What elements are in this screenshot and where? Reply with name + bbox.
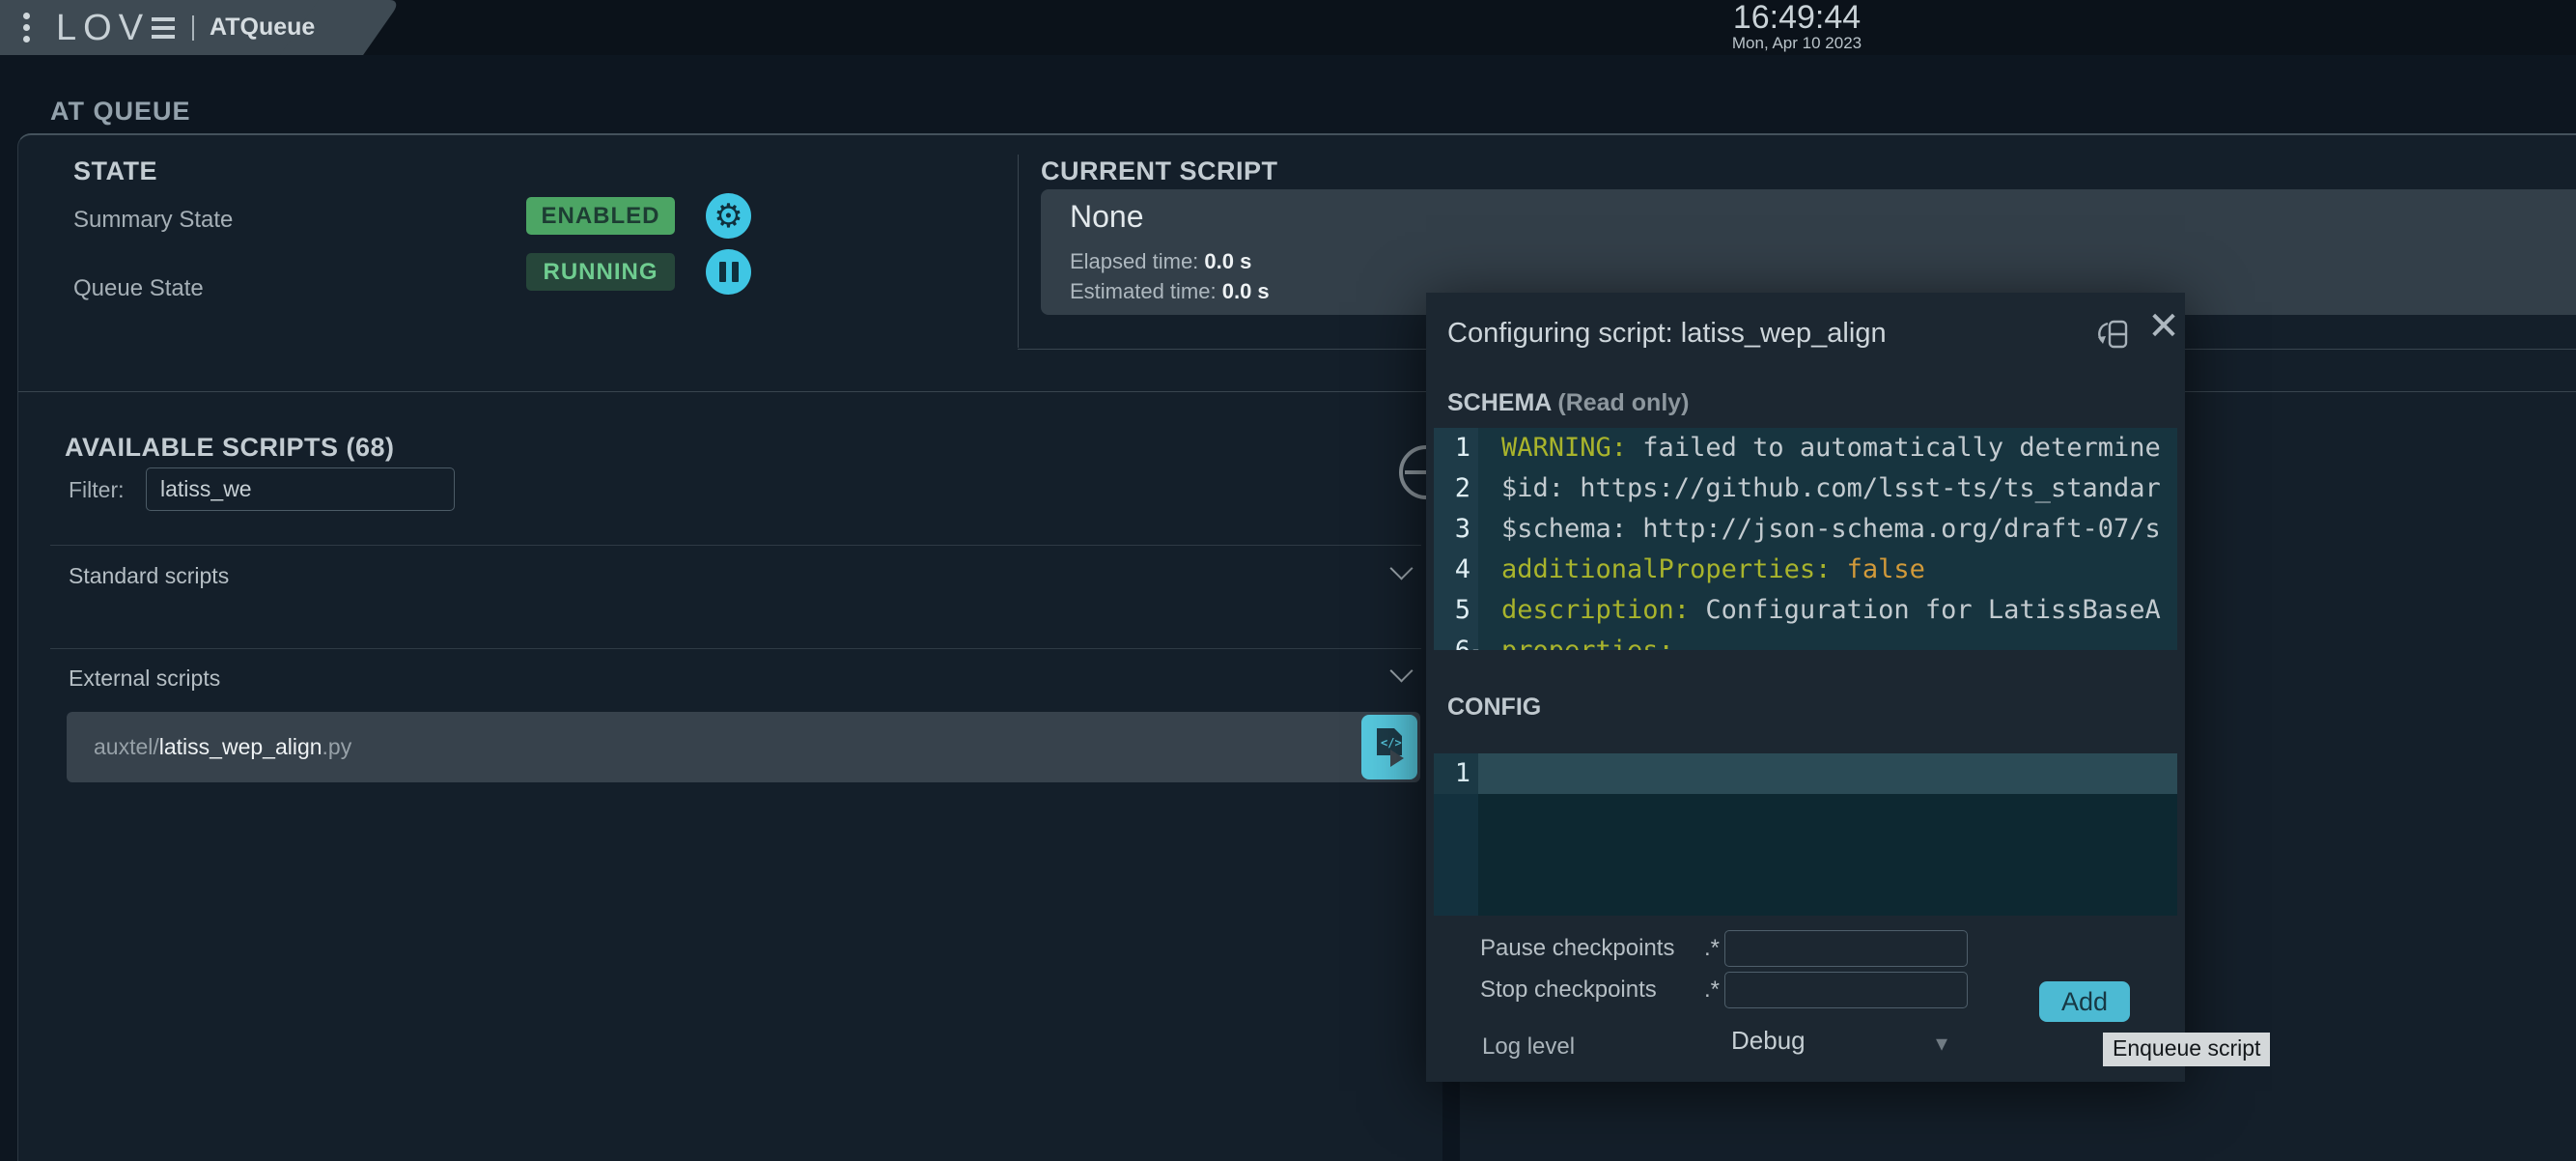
enqueue-script-tooltip: Enqueue script	[2103, 1033, 2270, 1066]
chevron-down-icon[interactable]	[1389, 659, 1413, 682]
summary-state-settings-button[interactable]: ⚙	[706, 193, 751, 239]
schema-line-text: WARNING: failed to automatically determi…	[1478, 428, 2161, 468]
add-button[interactable]: Add	[2039, 981, 2130, 1022]
close-icon: ✕	[2147, 305, 2180, 348]
stop-checkpoints-label-text: Stop checkpoints	[1480, 977, 1657, 1004]
log-level-select[interactable]: Debug	[1731, 1026, 1806, 1056]
config-line-number: 1	[1434, 753, 1478, 794]
schema-code-line: 3$schema: http://json-schema.org/draft-0…	[1434, 509, 2177, 550]
schema-line-number: 1	[1434, 428, 1478, 468]
rotate-layout-icon	[2096, 316, 2133, 356]
script-code-icon: </>	[1373, 726, 1406, 769]
schema-code-line: 5description: Configuration for LatissBa…	[1434, 590, 2177, 631]
config-code-editor[interactable]: 1	[1434, 753, 2177, 916]
schema-code-line: 1WARNING: failed to automatically determ…	[1434, 428, 2177, 468]
schema-line-text: properties:	[1478, 631, 1674, 650]
stop-checkpoints-label: Stop checkpoints .*	[1480, 977, 1720, 1004]
state-section-divider	[18, 391, 2576, 392]
close-modal-button[interactable]: ✕	[2144, 304, 2183, 349]
config-heading: CONFIG	[1447, 694, 1541, 722]
pause-checkpoints-label: Pause checkpoints .*	[1480, 935, 1720, 962]
scripts-group-divider	[50, 648, 1421, 649]
filter-input[interactable]	[146, 467, 455, 511]
schema-line-number: 6▾	[1434, 631, 1478, 650]
schema-line-text: $id: https://github.com/lsst-ts/ts_stand…	[1478, 468, 2161, 509]
schema-heading: SCHEMA (Read only)	[1447, 389, 1690, 417]
gear-icon: ⚙	[714, 200, 742, 233]
estimated-time-value: 0.0 s	[1222, 279, 1270, 303]
header-tab: LOV ATQueue	[0, 0, 359, 55]
queue-state-label: Queue State	[73, 275, 204, 302]
fold-caret-icon[interactable]: ▾	[1471, 631, 1480, 650]
schema-line-number: 2	[1434, 468, 1478, 509]
love-logo: LOV ATQueue	[56, 10, 315, 46]
summary-state-badge: ENABLED	[526, 197, 675, 235]
clock-time: 16:49:44	[1709, 0, 1885, 35]
chevron-down-icon[interactable]	[1389, 556, 1413, 580]
script-name: latiss_wep_align	[159, 734, 322, 759]
summary-state-label: Summary State	[73, 207, 233, 234]
logo-separator	[192, 15, 194, 41]
script-list-item[interactable]: auxtel/latiss_wep_align.py </>	[67, 712, 1420, 782]
dropdown-caret-icon[interactable]: ▾	[1936, 1030, 1947, 1058]
kebab-menu-icon[interactable]	[23, 13, 31, 42]
current-script-name: None	[1070, 199, 1144, 235]
scripts-group-divider	[50, 545, 1421, 546]
schema-line-text: $schema: http://json-schema.org/draft-07…	[1478, 509, 2161, 550]
elapsed-time-row: Elapsed time: 0.0 s	[1070, 249, 1251, 274]
schema-line-number: 4	[1434, 550, 1478, 590]
clock: 16:49:44 Mon, Apr 10 2023	[1709, 0, 1885, 52]
estimated-time-label: Estimated time:	[1070, 279, 1217, 303]
script-path-prefix: auxtel/	[94, 734, 159, 759]
external-scripts-group[interactable]: External scripts	[69, 665, 220, 692]
estimated-time-row: Estimated time: 0.0 s	[1070, 279, 1270, 304]
top-bar: LOV ATQueue 16:49:44 Mon, Apr 10 2023	[0, 0, 2576, 55]
rotate-layout-button[interactable]	[2096, 316, 2133, 356]
pause-checkpoints-regex-hint: .*	[1704, 935, 1720, 962]
state-current-divider	[1018, 155, 1019, 348]
log-level-label: Log level	[1482, 1034, 1575, 1061]
clock-date: Mon, Apr 10 2023	[1709, 35, 1885, 52]
schema-readonly-note: (Read only)	[1557, 389, 1689, 416]
stop-checkpoints-input[interactable]	[1724, 972, 1968, 1008]
schema-code-editor[interactable]: 1WARNING: failed to automatically determ…	[1434, 428, 2177, 650]
schema-line-number: 5	[1434, 590, 1478, 631]
love-logo-text: LOV	[56, 10, 150, 46]
schema-line-number: 3	[1434, 509, 1478, 550]
schema-code-line: 2$id: https://github.com/lsst-ts/ts_stan…	[1434, 468, 2177, 509]
at-queue-panel: STATE Summary State ENABLED ⚙ Queue Stat…	[17, 133, 2576, 1161]
filter-label: Filter:	[69, 477, 125, 503]
state-heading: STATE	[73, 156, 157, 186]
love-logo-xi-icon	[152, 17, 175, 39]
pause-checkpoints-input[interactable]	[1724, 930, 1968, 967]
current-script-heading: CURRENT SCRIPT	[1041, 156, 1278, 186]
window-title: ATQueue	[210, 14, 315, 42]
configure-script-button[interactable]: </>	[1361, 715, 1417, 779]
pause-icon	[719, 262, 739, 282]
schema-code-line: 6▾properties:	[1434, 631, 2177, 650]
standard-scripts-group[interactable]: Standard scripts	[69, 563, 229, 589]
pause-queue-button[interactable]	[706, 249, 751, 295]
schema-line-text: description: Configuration for LatissBas…	[1478, 590, 2161, 631]
config-active-line	[1434, 753, 2177, 794]
page-title: AT QUEUE	[50, 97, 191, 127]
schema-code-line: 4additionalProperties: false	[1434, 550, 2177, 590]
elapsed-time-value: 0.0 s	[1204, 249, 1251, 273]
queue-state-badge: RUNNING	[526, 253, 675, 291]
pause-checkpoints-label-text: Pause checkpoints	[1480, 935, 1674, 962]
configure-script-modal: Configuring script: latiss_wep_align ✕ S…	[1426, 293, 2185, 1082]
schema-line-text: additionalProperties: false	[1478, 550, 1925, 590]
stop-checkpoints-regex-hint: .*	[1704, 977, 1720, 1004]
available-scripts-heading: AVAILABLE SCRIPTS (68)	[65, 433, 395, 463]
script-extension: .py	[322, 734, 352, 759]
modal-title: Configuring script: latiss_wep_align	[1447, 318, 1887, 350]
elapsed-time-label: Elapsed time:	[1070, 249, 1198, 273]
script-path: auxtel/latiss_wep_align.py	[94, 734, 351, 760]
schema-heading-text: SCHEMA	[1447, 389, 1551, 416]
svg-text:</>: </>	[1381, 736, 1402, 750]
